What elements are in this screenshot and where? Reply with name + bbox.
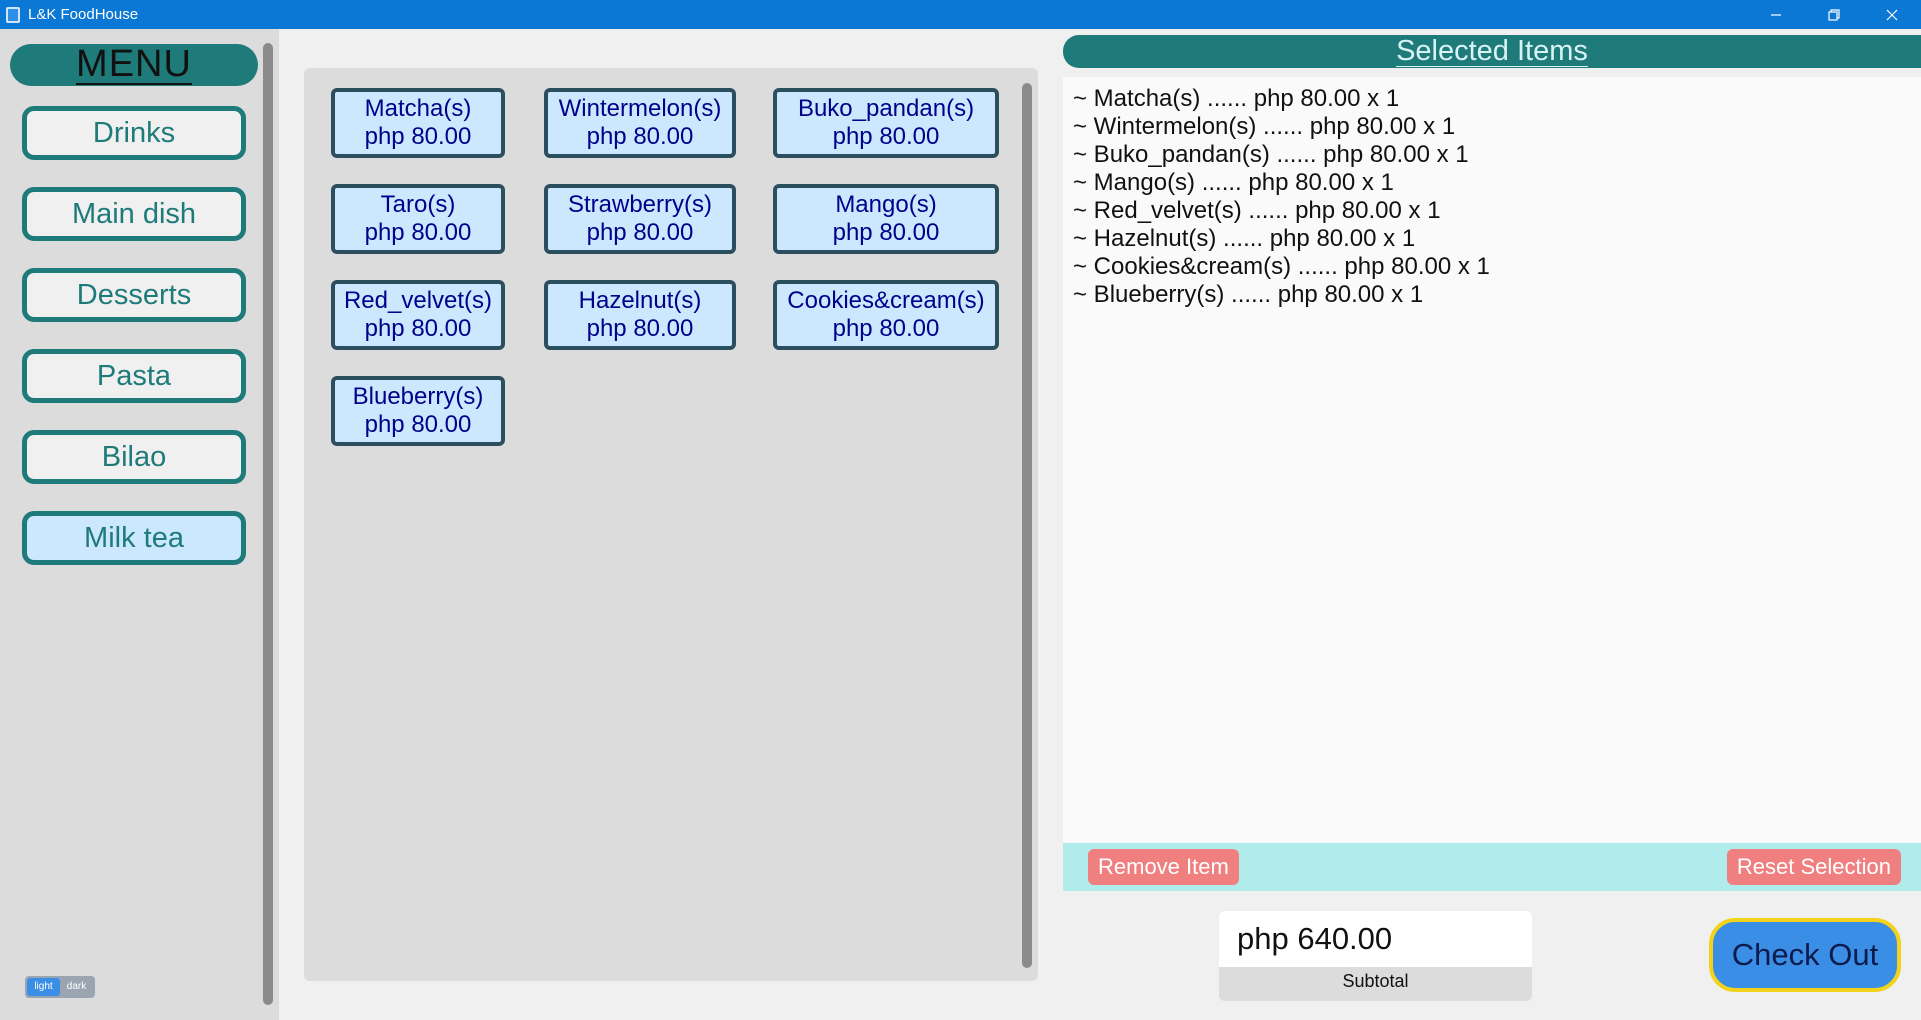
close-icon[interactable] bbox=[1863, 0, 1921, 29]
selected-item[interactable]: ~ Blueberry(s) ...... php 80.00 x 1 bbox=[1073, 281, 1911, 309]
category-pasta-button[interactable]: Pasta bbox=[22, 349, 246, 403]
subtotal-box: php 640.00 Subtotal bbox=[1219, 911, 1532, 1001]
category-sidebar: MENU Drinks Main dish Desserts Pasta Bil… bbox=[0, 29, 279, 1020]
window-controls bbox=[1747, 0, 1921, 29]
product-name: Hazelnut(s) bbox=[578, 287, 702, 314]
product-button[interactable]: Strawberry(s) php 80.00 bbox=[544, 184, 736, 254]
product-price: php 80.00 bbox=[832, 219, 940, 246]
sidebar-scrollbar[interactable] bbox=[263, 43, 273, 1005]
selected-item[interactable]: ~ Red_velvet(s) ...... php 80.00 x 1 bbox=[1073, 197, 1911, 225]
product-button[interactable]: Blueberry(s) php 80.00 bbox=[331, 376, 505, 446]
app-icon bbox=[6, 6, 20, 23]
product-button[interactable]: Mango(s) php 80.00 bbox=[773, 184, 999, 254]
product-button[interactable]: Red_velvet(s) php 80.00 bbox=[331, 280, 505, 350]
checkout-button[interactable]: Check Out bbox=[1709, 918, 1901, 992]
product-name: Blueberry(s) bbox=[352, 383, 484, 410]
selected-item[interactable]: ~ Cookies&cream(s) ...... php 80.00 x 1 bbox=[1073, 253, 1911, 281]
selected-item[interactable]: ~ Hazelnut(s) ...... php 80.00 x 1 bbox=[1073, 225, 1911, 253]
product-name: Matcha(s) bbox=[364, 95, 472, 122]
product-price: php 80.00 bbox=[364, 123, 472, 150]
products-scrollbar[interactable] bbox=[1022, 83, 1032, 968]
product-name: Buko_pandan(s) bbox=[797, 95, 975, 122]
selected-items-list: ~ Matcha(s) ...... php 80.00 x 1 ~ Winte… bbox=[1063, 77, 1921, 843]
remove-item-button[interactable]: Remove Item bbox=[1088, 849, 1239, 885]
product-price: php 80.00 bbox=[832, 315, 940, 342]
product-button[interactable]: Cookies&cream(s) php 80.00 bbox=[773, 280, 999, 350]
selected-item[interactable]: ~ Mango(s) ...... php 80.00 x 1 bbox=[1073, 169, 1911, 197]
selected-items-title: Selected Items bbox=[1396, 35, 1588, 67]
product-name: Taro(s) bbox=[380, 191, 456, 218]
product-name: Mango(s) bbox=[835, 191, 937, 218]
product-price: php 80.00 bbox=[586, 315, 694, 342]
category-bilao-button[interactable]: Bilao bbox=[22, 430, 246, 484]
product-price: php 80.00 bbox=[586, 219, 694, 246]
selected-items-header: Selected Items bbox=[1063, 35, 1921, 68]
product-button[interactable]: Hazelnut(s) php 80.00 bbox=[544, 280, 736, 350]
category-desserts-button[interactable]: Desserts bbox=[22, 268, 246, 322]
product-name: Cookies&cream(s) bbox=[787, 287, 985, 314]
product-price: php 80.00 bbox=[586, 123, 694, 150]
window-title: L&K FoodHouse bbox=[28, 6, 139, 23]
product-price: php 80.00 bbox=[364, 219, 472, 246]
product-button[interactable]: Matcha(s) php 80.00 bbox=[331, 88, 505, 158]
category-drinks-button[interactable]: Drinks bbox=[22, 106, 246, 160]
theme-dark-option[interactable]: dark bbox=[60, 978, 93, 996]
product-name: Wintermelon(s) bbox=[558, 95, 722, 122]
product-name: Red_velvet(s) bbox=[343, 287, 493, 314]
reset-selection-button[interactable]: Reset Selection bbox=[1726, 849, 1901, 885]
product-name: Strawberry(s) bbox=[567, 191, 712, 218]
selection-action-bar: Remove Item Reset Selection bbox=[1063, 843, 1921, 891]
subtotal-label: Subtotal bbox=[1342, 971, 1409, 991]
product-button[interactable]: Taro(s) php 80.00 bbox=[331, 184, 505, 254]
category-main-dish-button[interactable]: Main dish bbox=[22, 187, 246, 241]
theme-toggle[interactable]: light dark bbox=[25, 976, 95, 998]
product-price: php 80.00 bbox=[364, 315, 472, 342]
selected-item[interactable]: ~ Matcha(s) ...... php 80.00 x 1 bbox=[1073, 85, 1911, 113]
products-panel: Matcha(s) php 80.00 Wintermelon(s) php 8… bbox=[304, 68, 1038, 981]
restore-icon[interactable] bbox=[1805, 0, 1863, 29]
menu-header: MENU bbox=[10, 44, 258, 86]
product-button[interactable]: Buko_pandan(s) php 80.00 bbox=[773, 88, 999, 158]
product-price: php 80.00 bbox=[364, 411, 472, 438]
selected-item[interactable]: ~ Wintermelon(s) ...... php 80.00 x 1 bbox=[1073, 113, 1911, 141]
category-milk-tea-button[interactable]: Milk tea bbox=[22, 511, 246, 565]
product-button[interactable]: Wintermelon(s) php 80.00 bbox=[544, 88, 736, 158]
title-bar: L&K FoodHouse bbox=[0, 0, 1921, 29]
menu-title: MENU bbox=[76, 43, 192, 85]
minimize-icon[interactable] bbox=[1747, 0, 1805, 29]
subtotal-value: php 640.00 bbox=[1219, 911, 1532, 967]
theme-light-option[interactable]: light bbox=[27, 978, 60, 996]
product-price: php 80.00 bbox=[832, 123, 940, 150]
selected-item[interactable]: ~ Buko_pandan(s) ...... php 80.00 x 1 bbox=[1073, 141, 1911, 169]
